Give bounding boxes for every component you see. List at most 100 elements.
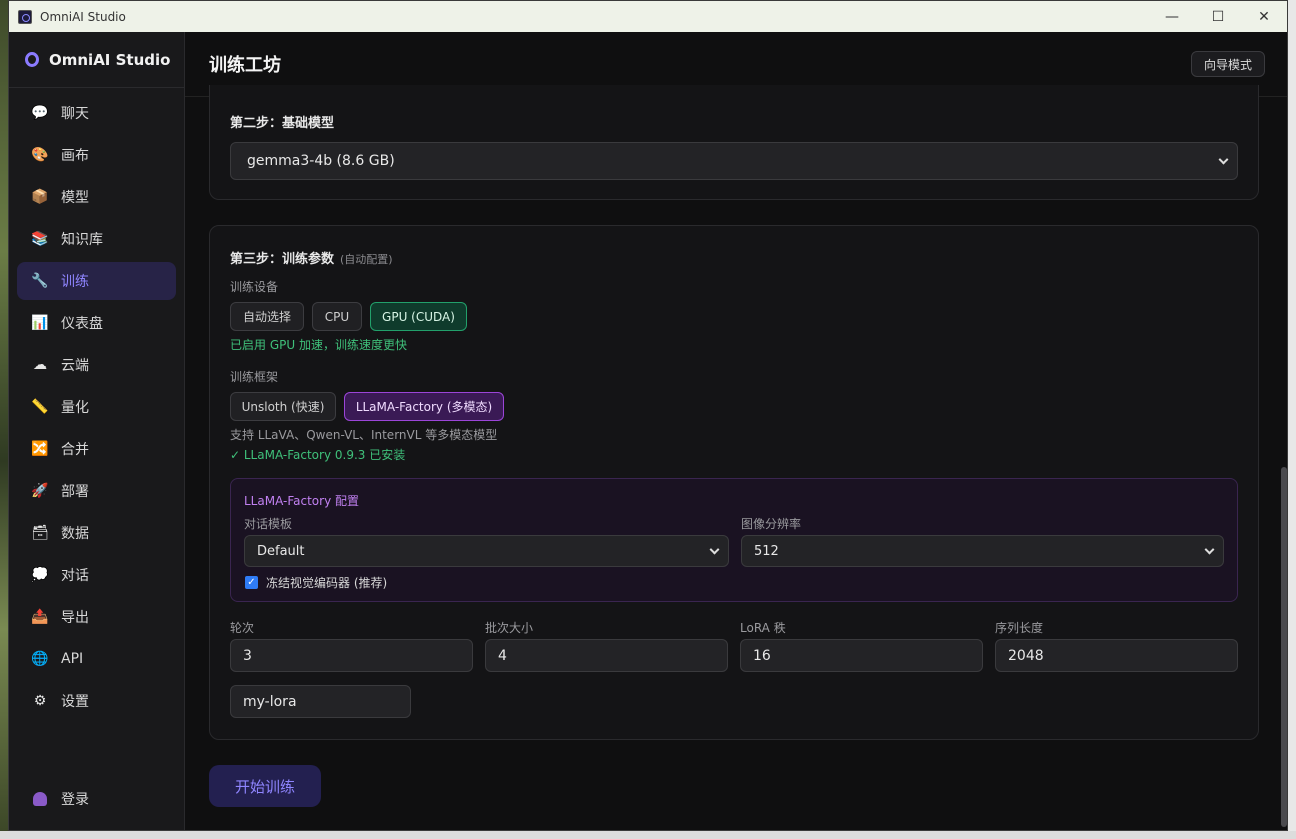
globe-icon: 🌐 [31,651,49,667]
window-controls: — ☐ ✕ [1149,1,1287,32]
sidebar-item-label: 聊天 [61,106,89,122]
sidebar-item-label: 仪表盘 [61,316,103,332]
main-panel: 训练工坊 向导模式 第二步：基础模型 gemma3-4b (8.6 GB) 第三… [185,32,1287,830]
window-titlebar: OmniAI Studio — ☐ ✕ [9,1,1287,32]
resolution-select[interactable]: 512 [741,535,1224,567]
batch-size-label: 批次大小 [485,621,534,635]
app-icon [18,9,32,24]
sidebar: OmniAI Studio 💬 聊天 🎨 画布 📦 模型 📚 知识库 🔧 训练 📊 仪表盘 ☁ 云端 📏 量化… [9,32,185,830]
device-label: 训练设备 [230,280,279,294]
sequence-length-input[interactable]: 2048 [995,639,1238,672]
page-title: 训练工坊 [209,55,281,76]
sidebar-item-12[interactable]: 📤 导出 [17,598,176,636]
start-training-button[interactable]: 开始训练 [209,765,321,807]
gear-icon: ⚙ [33,693,47,709]
base-model-select[interactable]: gemma3-4b (8.6 GB) [230,142,1238,180]
speech-bubble-icon: 💬 [31,105,49,121]
chevron-down-icon [1204,544,1215,555]
sidebar-item-3[interactable]: 📚 知识库 [17,220,176,258]
template-select[interactable]: Default [244,535,729,567]
resolution-value: 512 [754,543,779,559]
content-scrollbar[interactable] [1281,467,1287,827]
rocket-icon: 🚀 [31,483,49,499]
framework-label: 训练框架 [230,370,279,384]
sidebar-item-label: 合并 [61,442,89,458]
user-icon [33,792,47,806]
sidebar-item-label: 知识库 [61,232,103,248]
package-icon: 📦 [31,189,49,205]
sidebar-item-label: 导出 [61,610,89,626]
device-cpu-button[interactable]: CPU [312,302,362,331]
device-auto-button[interactable]: 自动选择 [230,302,304,331]
sidebar-item-label: 画布 [61,148,89,164]
close-button[interactable]: ✕ [1241,1,1287,32]
sidebar-item-label: API [61,651,84,667]
sidebar-item-7[interactable]: 📏 量化 [17,388,176,426]
step3-card: 第三步：训练参数 (自动配置) 训练设备 自动选择 CPU GPU (CUDA) … [209,225,1259,740]
sidebar-item-10[interactable]: 🗃 数据 [17,514,176,552]
sidebar-item-6[interactable]: ☁ 云端 [17,346,176,384]
sidebar-item-9[interactable]: 🚀 部署 [17,472,176,510]
sidebar-item-label: 部署 [61,484,89,500]
sidebar-item-13[interactable]: 🌐 API [17,640,176,678]
output-name-input[interactable]: my-lora [230,685,411,718]
scroll-content: 第二步：基础模型 gemma3-4b (8.6 GB) 第三步：训练参数 (自动配… [209,85,1259,830]
template-value: Default [257,543,305,559]
sidebar-item-1[interactable]: 🎨 画布 [17,136,176,174]
freeze-encoder-label: 冻结视觉编码器 (推荐) [266,576,388,590]
sidebar-item-8[interactable]: 🔀 合并 [17,430,176,468]
sidebar-item-label: 模型 [61,190,89,206]
inbox-tray-icon: 🗃 [31,525,49,541]
window-title: OmniAI Studio [40,9,126,24]
sidebar-item-4[interactable]: 🔧 训练 [17,262,176,300]
desktop-background-left [0,0,8,839]
lora-rank-label: LoRA 秩 [740,621,786,635]
sidebar-item-5[interactable]: 📊 仪表盘 [17,304,176,342]
outbox-icon: 📤 [31,609,49,625]
llama-factory-config-panel: LLaMA-Factory 配置 对话模板 Default 图像分辨率 512 … [230,478,1238,602]
sidebar-item-0[interactable]: 💬 聊天 [17,94,176,132]
sidebar-item-2[interactable]: 📦 模型 [17,178,176,216]
wizard-mode-button[interactable]: 向导模式 [1190,51,1265,77]
sidebar-item-label: 设置 [61,694,89,710]
app-body: OmniAI Studio 💬 聊天 🎨 画布 📦 模型 📚 知识库 🔧 训练 📊 仪表盘 ☁ 云端 📏 量化… [9,32,1287,830]
sidebar-item-label: 云端 [61,358,89,374]
shuffle-icon: 🔀 [31,441,49,457]
books-icon: 📚 [31,231,49,247]
chevron-down-icon [709,544,720,555]
step2-title: 第二步：基础模型 [230,116,335,131]
base-model-value: gemma3-4b (8.6 GB) [247,153,395,169]
wrench-icon: 🔧 [31,273,49,289]
login-label: 登录 [61,792,89,808]
sidebar-nav: 💬 聊天 🎨 画布 📦 模型 📚 知识库 🔧 训练 📊 仪表盘 ☁ 云端 📏 量化 🔀 合并 🚀 部署 🗃 数据 💭 对话 📤 导… [9,88,184,720]
resolution-label: 图像分辨率 [741,517,802,531]
sidebar-item-label: 训练 [61,274,89,290]
step3-title: 第三步：训练参数 [230,252,335,267]
step3-title-row: 第三步：训练参数 (自动配置) [230,248,393,267]
freeze-encoder-checkbox[interactable]: ✓ [245,576,258,589]
framework-description: 支持 LLaVA、Qwen-VL、InternVL 等多模态模型 [230,428,498,442]
logo-icon [25,52,39,67]
maximize-button[interactable]: ☐ [1195,1,1241,32]
lora-rank-input[interactable]: 16 [740,639,983,672]
bar-chart-icon: 📊 [31,315,49,331]
desktop-background-right [1288,0,1296,839]
epochs-input[interactable]: 3 [230,639,473,672]
sequence-length-label: 序列长度 [995,621,1044,635]
app-window: OmniAI Studio — ☐ ✕ OmniAI Studio 💬 聊天 🎨 画布… [8,0,1288,831]
login-button[interactable]: 登录 [17,780,177,818]
step2-card: 第二步：基础模型 gemma3-4b (8.6 GB) [209,85,1259,200]
brand[interactable]: OmniAI Studio [9,32,184,88]
chevron-down-icon [1218,154,1229,165]
sidebar-item-14[interactable]: ⚙ 设置 [17,682,176,720]
thought-bubble-icon: 💭 [31,567,49,583]
minimize-button[interactable]: — [1149,1,1195,32]
framework-installed-status: ✓ LLaMA-Factory 0.9.3 已安装 [230,448,406,462]
framework-unsloth-button[interactable]: Unsloth (快速) [230,392,336,421]
framework-llama-factory-button[interactable]: LLaMA-Factory (多模态) [344,392,504,421]
batch-size-input[interactable]: 4 [485,639,728,672]
sidebar-item-11[interactable]: 💭 对话 [17,556,176,594]
epochs-label: 轮次 [230,621,255,635]
llama-config-title: LLaMA-Factory 配置 [244,494,360,508]
device-gpu-button[interactable]: GPU (CUDA) [370,302,467,331]
